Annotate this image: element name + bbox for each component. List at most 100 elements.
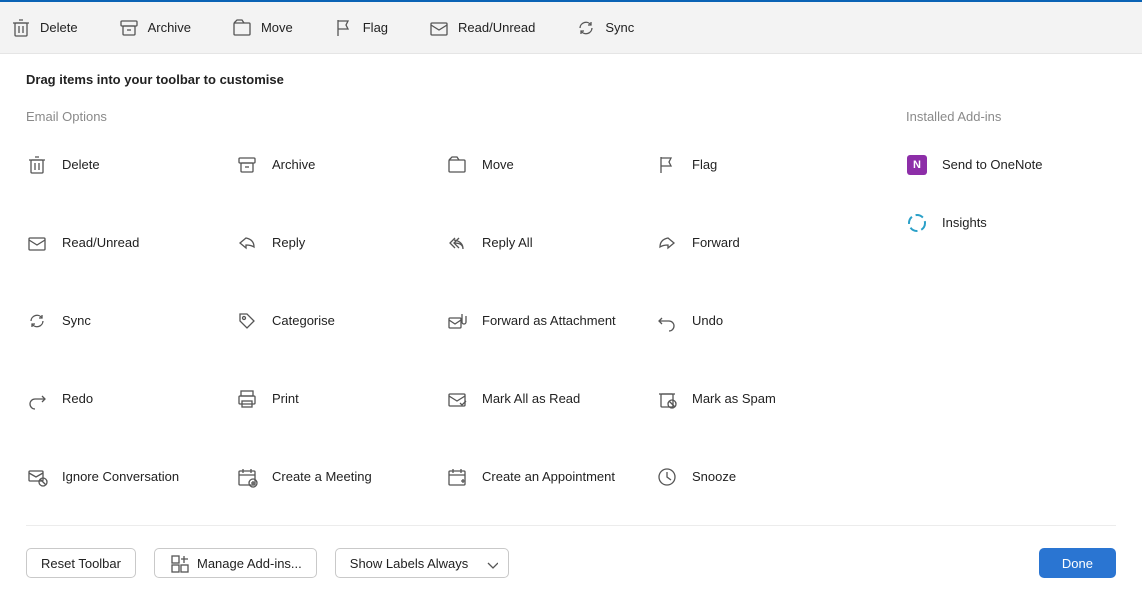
reset-toolbar-label: Reset Toolbar — [41, 556, 121, 571]
customise-toolbar-window: Delete Archive Move Flag Read/Unread Syn… — [0, 0, 1142, 600]
option-markspam[interactable]: Mark as Spam — [656, 378, 866, 456]
option-label: Categorise — [272, 310, 335, 332]
reset-toolbar-button[interactable]: Reset Toolbar — [26, 548, 136, 578]
email-options-title: Email Options — [26, 109, 906, 124]
current-toolbar: Delete Archive Move Flag Read/Unread Syn… — [0, 2, 1142, 54]
sync-icon — [575, 18, 595, 38]
ignoreconv-icon — [26, 466, 48, 488]
archive-icon — [118, 18, 138, 38]
sync-icon — [26, 310, 48, 332]
option-delete[interactable]: Delete — [26, 144, 236, 222]
redo-icon — [26, 388, 48, 410]
done-label: Done — [1062, 556, 1093, 571]
addins-list: N Send to OneNote Insights — [906, 144, 1116, 260]
toolbar-item-label: Flag — [363, 20, 388, 35]
move-icon — [446, 154, 468, 176]
option-label: Redo — [62, 388, 93, 410]
option-label: Sync — [62, 310, 91, 332]
flag-icon — [333, 18, 353, 38]
option-label: Archive — [272, 154, 315, 176]
option-label: Undo — [692, 310, 723, 332]
flag-icon — [656, 154, 678, 176]
option-print[interactable]: Print — [236, 378, 446, 456]
print-icon — [236, 388, 258, 410]
option-forward[interactable]: Forward — [656, 222, 866, 300]
toolbar-item-readunread[interactable]: Read/Unread — [428, 18, 535, 38]
option-categorise[interactable]: Categorise — [236, 300, 446, 378]
email-options-grid: Delete Archive Move Flag Read/Unread Reply Rep… — [26, 144, 906, 515]
labels-mode-select[interactable]: Show Labels Always — [335, 548, 510, 578]
readunread-icon — [428, 18, 448, 38]
content-area: Drag items into your toolbar to customis… — [0, 54, 1142, 515]
replyall-icon — [446, 232, 468, 254]
readunread-icon — [26, 232, 48, 254]
manage-addins-icon — [169, 553, 189, 573]
toolbar-item-label: Read/Unread — [458, 20, 535, 35]
delete-icon — [10, 18, 30, 38]
option-undo[interactable]: Undo — [656, 300, 866, 378]
option-replyall[interactable]: Reply All — [446, 222, 656, 300]
delete-icon — [26, 154, 48, 176]
option-readunread[interactable]: Read/Unread — [26, 222, 236, 300]
toolbar-item-archive[interactable]: Archive — [118, 18, 191, 38]
onenote-icon: N — [906, 154, 928, 176]
option-archive[interactable]: Archive — [236, 144, 446, 222]
option-label: Move — [482, 154, 514, 176]
toolbar-item-move[interactable]: Move — [231, 18, 293, 38]
option-label: Delete — [62, 154, 100, 176]
option-markallread[interactable]: Mark All as Read — [446, 378, 656, 456]
option-label: Read/Unread — [62, 232, 139, 254]
addin-label: Send to OneNote — [942, 154, 1042, 176]
undo-icon — [656, 310, 678, 332]
option-sync[interactable]: Sync — [26, 300, 236, 378]
hint-text: Drag items into your toolbar to customis… — [26, 72, 1116, 87]
toolbar-item-label: Move — [261, 20, 293, 35]
option-label: Print — [272, 388, 299, 410]
toolbar-item-sync[interactable]: Sync — [575, 18, 634, 38]
toolbar-item-label: Sync — [605, 20, 634, 35]
toolbar-item-flag[interactable]: Flag — [333, 18, 388, 38]
option-ignoreconv[interactable]: Ignore Conversation — [26, 456, 236, 515]
option-flag[interactable]: Flag — [656, 144, 866, 222]
addin-insights[interactable]: Insights — [906, 202, 1116, 260]
option-label: Mark All as Read — [482, 388, 580, 410]
manage-addins-button[interactable]: Manage Add-ins... — [154, 548, 317, 578]
option-label: Reply — [272, 232, 305, 254]
markallread-icon — [446, 388, 468, 410]
option-redo[interactable]: Redo — [26, 378, 236, 456]
forward-icon — [656, 232, 678, 254]
markspam-icon — [656, 388, 678, 410]
option-createmeeting[interactable]: Create a Meeting — [236, 456, 446, 515]
option-label: Create a Meeting — [272, 466, 372, 488]
option-label: Forward — [692, 232, 740, 254]
footer: Reset Toolbar Manage Add-ins... Show Lab… — [26, 525, 1116, 600]
insights-icon — [906, 212, 928, 234]
addins-title: Installed Add-ins — [906, 109, 1116, 124]
option-label: Snooze — [692, 466, 736, 488]
chevron-down-icon — [482, 554, 498, 573]
option-fwd-attach[interactable]: Forward as Attachment — [446, 300, 656, 378]
toolbar-item-label: Archive — [148, 20, 191, 35]
labels-mode-value: Show Labels Always — [350, 556, 469, 571]
toolbar-item-delete[interactable]: Delete — [10, 18, 78, 38]
option-reply[interactable]: Reply — [236, 222, 446, 300]
createmeeting-icon — [236, 466, 258, 488]
option-snooze[interactable]: Snooze — [656, 456, 866, 515]
categorise-icon — [236, 310, 258, 332]
createappt-icon — [446, 466, 468, 488]
option-move[interactable]: Move — [446, 144, 656, 222]
option-label: Create an Appointment — [482, 466, 615, 488]
option-label: Forward as Attachment — [482, 310, 616, 332]
option-label: Flag — [692, 154, 717, 176]
toolbar-item-label: Delete — [40, 20, 78, 35]
option-label: Ignore Conversation — [62, 466, 179, 488]
addin-onenote[interactable]: N Send to OneNote — [906, 144, 1116, 202]
archive-icon — [236, 154, 258, 176]
option-label: Mark as Spam — [692, 388, 776, 410]
option-createappt[interactable]: Create an Appointment — [446, 456, 656, 515]
manage-addins-label: Manage Add-ins... — [197, 556, 302, 571]
fwd-attach-icon — [446, 310, 468, 332]
option-label: Reply All — [482, 232, 533, 254]
addin-label: Insights — [942, 212, 987, 234]
done-button[interactable]: Done — [1039, 548, 1116, 578]
